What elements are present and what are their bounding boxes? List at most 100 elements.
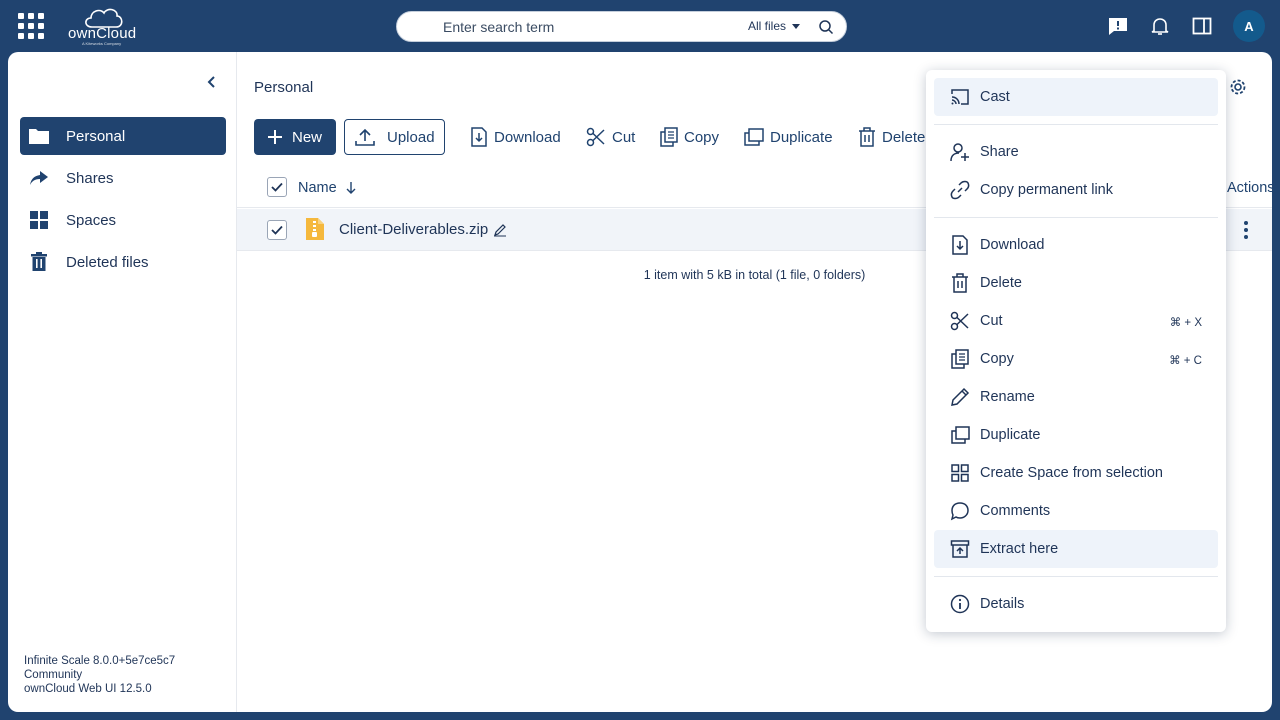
sort-arrow-down-icon <box>346 182 356 194</box>
menu-item-comments[interactable]: Comments <box>934 492 1218 530</box>
search-input[interactable] <box>443 18 723 36</box>
menu-item-details[interactable]: Details <box>934 585 1218 623</box>
gear-icon[interactable] <box>1228 77 1248 97</box>
top-bar: ownCloud A Kiteworks Company All files A <box>0 0 1280 52</box>
trash-icon <box>859 127 875 147</box>
new-button[interactable]: New <box>254 119 336 155</box>
sidebar-item-shares[interactable]: Shares <box>20 159 226 197</box>
comment-icon <box>950 501 970 521</box>
folder-icon <box>28 126 50 146</box>
menu-divider <box>934 124 1218 125</box>
menu-item-download[interactable]: Download <box>934 226 1218 264</box>
pencil-icon <box>950 387 970 407</box>
user-avatar[interactable]: A <box>1233 10 1265 42</box>
menu-item-copy-permanent-link[interactable]: Copy permanent link <box>934 171 1218 209</box>
sidebar-item-label: Spaces <box>66 212 117 229</box>
keyboard-shortcut: ⌘ + C <box>1169 355 1202 367</box>
menu-item-extract-here[interactable]: Extract here <box>934 530 1218 568</box>
menu-item-delete[interactable]: Delete <box>934 264 1218 302</box>
copy-button-label: Copy <box>684 128 720 146</box>
sidebar-item-personal[interactable]: Personal <box>20 117 226 155</box>
cut-button-label: Cut <box>612 128 636 146</box>
menu-item-label: Cast <box>980 89 1010 105</box>
file-name[interactable]: Client-Deliverables.zip <box>339 221 488 238</box>
bell-icon[interactable] <box>1150 16 1170 36</box>
zip-file-icon <box>305 217 325 241</box>
sidebar-item-spaces[interactable]: Spaces <box>20 201 226 239</box>
download-icon <box>950 235 970 255</box>
delete-button-label: Delete <box>882 128 926 146</box>
trash-icon <box>950 273 970 293</box>
breadcrumb[interactable]: Personal <box>254 79 313 96</box>
search-scope-dropdown[interactable]: All files <box>748 19 801 33</box>
menu-item-label: Share <box>980 144 1019 160</box>
share-arrow-icon <box>28 168 50 188</box>
new-button-label: New <box>292 128 323 146</box>
menu-item-create-space[interactable]: Create Space from selection <box>934 454 1218 492</box>
grid-icon <box>28 210 50 230</box>
delete-button[interactable]: Delete <box>858 119 925 155</box>
menu-item-rename[interactable]: Rename <box>934 378 1218 416</box>
menu-item-label: Extract here <box>980 541 1059 557</box>
archive-icon <box>950 539 970 559</box>
menu-item-label: Rename <box>980 389 1035 405</box>
search-bar: All files <box>396 11 847 42</box>
trash-icon <box>28 252 50 272</box>
feedback-icon[interactable] <box>1108 16 1128 36</box>
menu-item-label: Details <box>980 596 1025 612</box>
copy-icon <box>660 127 678 147</box>
download-button[interactable]: Download <box>470 119 561 155</box>
menu-item-label: Delete <box>980 275 1022 291</box>
upload-button[interactable]: Upload <box>344 119 445 155</box>
menu-item-label: Comments <box>980 503 1051 519</box>
menu-item-label: Duplicate <box>980 427 1041 443</box>
plus-icon <box>268 130 282 144</box>
sidebar-item-deleted-files[interactable]: Deleted files <box>20 243 226 281</box>
download-icon <box>471 127 487 147</box>
menu-divider <box>934 576 1218 577</box>
collapse-sidebar-chevron-left-icon[interactable] <box>206 76 218 88</box>
caret-down-icon <box>792 23 801 29</box>
menu-item-label: Copy <box>980 351 1014 367</box>
menu-item-duplicate[interactable]: Duplicate <box>934 416 1218 454</box>
app-switcher-grid-icon[interactable] <box>18 13 44 39</box>
menu-divider <box>934 217 1218 218</box>
upload-button-label: Upload <box>387 128 435 146</box>
version-line: Infinite Scale 8.0.0+5e7ce5c7 <box>24 655 176 667</box>
sidebar-item-label: Personal <box>66 128 126 145</box>
scissors-icon <box>950 311 970 331</box>
owncloud-logo[interactable]: ownCloud A Kiteworks Company <box>66 5 140 47</box>
sidebar-toggle-icon[interactable] <box>1192 16 1212 36</box>
download-button-label: Download <box>494 128 561 146</box>
user-plus-icon <box>950 142 970 162</box>
select-all-checkbox[interactable] <box>267 177 287 197</box>
upload-icon <box>355 128 375 146</box>
duplicate-icon <box>950 425 970 445</box>
menu-item-copy[interactable]: Copy ⌘ + C <box>934 340 1218 378</box>
duplicate-icon <box>744 128 764 146</box>
left-sidebar: Personal Shares Spaces Deleted files Inf… <box>8 52 237 712</box>
cut-button[interactable]: Cut <box>586 119 635 155</box>
search-scope-label: All files <box>748 19 787 33</box>
menu-item-share[interactable]: Share <box>934 133 1218 171</box>
logo-tagline: A Kiteworks Company <box>82 41 122 46</box>
grid-icon <box>950 463 970 483</box>
column-header-name[interactable]: Name <box>298 180 357 196</box>
row-checkbox[interactable] <box>267 220 287 240</box>
rename-pencil-icon[interactable] <box>493 223 507 237</box>
keyboard-shortcut: ⌘ + X <box>1169 317 1202 329</box>
version-line: Community <box>24 669 83 681</box>
menu-item-cast[interactable]: Cast <box>934 78 1218 116</box>
sidebar-item-label: Shares <box>66 170 114 187</box>
sidebar-item-label: Deleted files <box>66 254 149 271</box>
logo-text: ownCloud <box>68 25 137 42</box>
menu-item-cut[interactable]: Cut ⌘ + X <box>934 302 1218 340</box>
more-actions-kebab-icon[interactable] <box>1243 220 1249 240</box>
copy-button[interactable]: Copy <box>660 119 719 155</box>
copy-icon <box>950 349 970 369</box>
link-icon <box>950 180 970 200</box>
duplicate-button[interactable]: Duplicate <box>744 119 833 155</box>
menu-item-label: Download <box>980 237 1045 253</box>
context-menu: Cast Share Copy permanent link Download … <box>926 70 1226 632</box>
search-icon[interactable] <box>818 19 834 35</box>
